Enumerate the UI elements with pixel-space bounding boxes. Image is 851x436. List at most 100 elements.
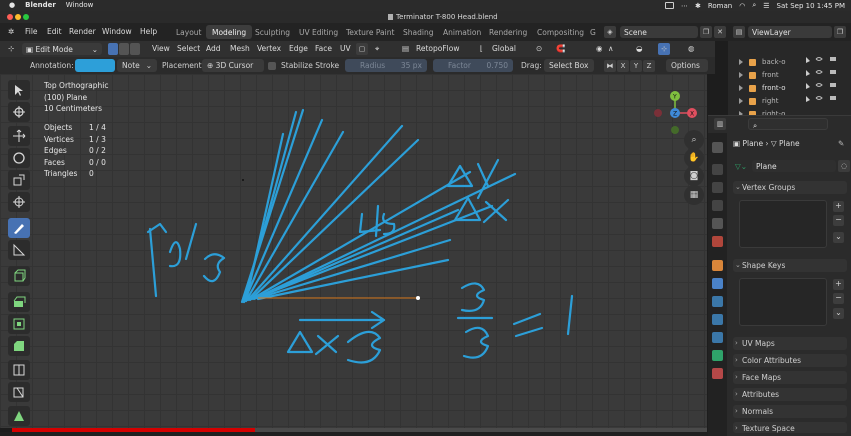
data-tab-icon[interactable] <box>712 350 723 361</box>
add-vertex-group-button[interactable]: + <box>833 201 844 212</box>
cursor-tool-icon[interactable] <box>8 102 30 122</box>
vertex-select-button[interactable] <box>108 43 118 55</box>
scene-tab-icon[interactable] <box>712 218 723 229</box>
app-menu[interactable]: Blender <box>25 1 56 9</box>
output-tab-icon[interactable] <box>712 182 723 193</box>
panel-shape-keys[interactable]: ⌄ Shape Keys <box>733 259 847 272</box>
navigation-gizmo[interactable]: X Y Z <box>652 90 698 136</box>
add-cube-tool-icon[interactable] <box>8 266 30 286</box>
remove-vertex-group-button[interactable]: − <box>833 215 844 226</box>
menu-render[interactable]: Render <box>69 27 96 36</box>
panel-color-attributes[interactable]: › Color Attributes <box>733 354 847 367</box>
minimize-window-button[interactable] <box>15 14 21 20</box>
pin-icon[interactable]: ⌖ <box>375 44 379 54</box>
orientation-icon[interactable]: ⌊ <box>480 44 483 53</box>
input-source[interactable]: Roman <box>708 2 732 10</box>
mirror-icon[interactable]: ⧓ <box>604 60 616 72</box>
gizmo-neg-x-axis[interactable] <box>654 109 662 117</box>
scene-field[interactable]: Scene <box>620 26 698 38</box>
material-tab-icon[interactable] <box>712 368 723 379</box>
snap-icon[interactable]: 🧲 <box>556 44 565 53</box>
camera-view-icon[interactable]: ◙ <box>684 166 704 186</box>
menu-mesh[interactable]: Mesh <box>230 44 250 53</box>
object-tab-icon[interactable] <box>712 260 723 271</box>
knife-tool-icon[interactable] <box>8 382 30 402</box>
tab-shading[interactable]: Shading <box>397 25 439 39</box>
retopoflow-icon[interactable]: ▤ <box>402 44 409 53</box>
zoom-window-button[interactable] <box>23 14 29 20</box>
panel-vertex-groups[interactable]: ⌄ Vertex Groups <box>733 181 847 194</box>
extrude-tool-icon[interactable] <box>8 292 30 312</box>
inset-tool-icon[interactable] <box>8 314 30 334</box>
panel-texture-space[interactable]: › Texture Space <box>733 422 847 433</box>
tab-more[interactable]: G <box>584 25 602 39</box>
ortho-toggle-icon[interactable]: ▦ <box>684 185 704 205</box>
face-select-button[interactable] <box>130 43 140 55</box>
editor-type-icon[interactable]: ⊹ <box>8 44 14 53</box>
radius-field[interactable]: Radius 35 px <box>345 59 427 72</box>
control-center-icon[interactable]: ☰ <box>763 2 769 10</box>
tab-texture-paint[interactable]: Texture Paint <box>340 25 400 39</box>
apple-icon[interactable]: ● <box>9 1 15 9</box>
falloff-icon[interactable]: ∧ <box>608 44 614 53</box>
tab-rendering[interactable]: Rendering <box>483 25 533 39</box>
fake-user-icon[interactable]: ◌ <box>838 160 850 172</box>
view-layer-tab-icon[interactable] <box>712 200 723 211</box>
tab-layout[interactable]: Layout <box>170 25 208 39</box>
pan-hand-icon[interactable]: ✋ <box>684 148 704 168</box>
menu-edit[interactable]: Edit <box>47 27 62 36</box>
mode-select[interactable]: ▣ Edit Mode ⌄ <box>22 43 102 55</box>
constraints-tab-icon[interactable] <box>712 332 723 343</box>
menu-select[interactable]: Select <box>177 44 200 53</box>
axis-y-toggle[interactable]: Y <box>630 60 642 72</box>
measure-tool-icon[interactable] <box>8 240 30 260</box>
menu-view[interactable]: View <box>152 44 170 53</box>
menu-window[interactable]: Window <box>102 27 132 36</box>
close-window-button[interactable] <box>7 14 13 20</box>
options-menu[interactable]: Options <box>666 59 708 72</box>
transform-orientation-select[interactable]: Global <box>492 44 516 53</box>
wifi-icon[interactable]: ◠ <box>739 2 745 10</box>
zoom-icon[interactable]: ⌕ <box>684 130 704 150</box>
loop-cut-tool-icon[interactable] <box>8 360 30 380</box>
properties-search-field[interactable]: ⌕ <box>748 118 828 130</box>
tab-animation[interactable]: Animation <box>437 25 487 39</box>
mesh-data-name-field[interactable]: Plane <box>752 160 836 172</box>
proportional-edit-icon[interactable]: ◉ <box>596 44 603 53</box>
scale-tool-icon[interactable] <box>8 170 30 190</box>
overlays-icon[interactable]: ◍ <box>688 44 695 53</box>
shape-keys-list[interactable] <box>739 278 827 326</box>
edge-select-button[interactable] <box>119 43 129 55</box>
panel-attributes[interactable]: › Attributes <box>733 388 847 401</box>
new-view-layer-icon[interactable]: ❐ <box>834 26 846 38</box>
axis-x-toggle[interactable]: X <box>617 60 629 72</box>
transform-tool-icon[interactable] <box>8 192 30 212</box>
modifier-tab-icon[interactable] <box>712 278 723 289</box>
physics-tab-icon[interactable] <box>712 314 723 325</box>
render-tab-icon[interactable] <box>712 164 723 175</box>
tab-modeling[interactable]: Modeling <box>206 25 253 39</box>
tab-uv-editing[interactable]: UV Editing <box>293 25 344 39</box>
new-scene-icon[interactable]: ❐ <box>700 26 712 38</box>
retopoflow-menu[interactable]: RetopoFlow <box>416 44 460 53</box>
outliner-visibility-icons[interactable] <box>804 55 846 115</box>
window-menu[interactable]: Window <box>66 1 94 9</box>
tab-sculpting[interactable]: Sculpting <box>249 25 296 39</box>
dots-icon[interactable]: ⋯ <box>681 2 688 10</box>
move-tool-icon[interactable] <box>8 126 30 146</box>
bevel-tool-icon[interactable] <box>8 336 30 356</box>
blender-logo-icon[interactable]: ✲ <box>8 27 14 36</box>
panel-uv-maps[interactable]: › UV Maps <box>733 337 847 350</box>
pin-icon[interactable]: ✎ <box>838 139 844 148</box>
panel-normals[interactable]: › Normals <box>733 405 847 418</box>
remove-scene-icon[interactable]: ✕ <box>714 26 726 38</box>
scene-icon[interactable]: ◈ <box>604 26 616 38</box>
view-layer-field[interactable]: ViewLayer <box>748 26 832 38</box>
factor-field[interactable]: Factor 0.750 <box>433 59 513 72</box>
vertex-group-specials-button[interactable]: ⌄ <box>833 232 844 243</box>
drag-select[interactable]: Select Box <box>544 59 594 72</box>
shape-key-specials-button[interactable]: ⌄ <box>833 308 844 319</box>
view-layer-icon[interactable]: ▤ <box>733 26 745 38</box>
select-box-tool-icon[interactable] <box>8 80 30 100</box>
menu-uv[interactable]: UV <box>340 44 351 53</box>
